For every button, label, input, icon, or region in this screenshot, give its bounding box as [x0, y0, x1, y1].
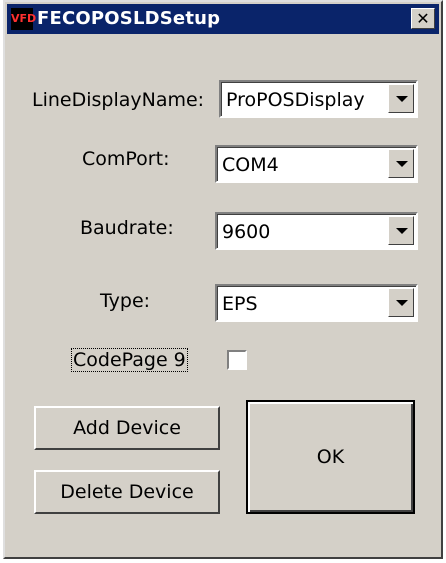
vfd-display-icon: VFD: [11, 8, 36, 30]
baudrate-select[interactable]: 9600: [215, 212, 418, 250]
ok-button[interactable]: OK: [246, 400, 415, 514]
com-port-label: ComPort:: [82, 148, 170, 170]
com-port-value: COM4: [222, 154, 279, 176]
line-display-name-select[interactable]: ProPOSDisplay: [219, 80, 418, 118]
line-display-name-label: LineDisplayName:: [32, 89, 205, 111]
line-display-name-value: ProPOSDisplay: [226, 89, 365, 111]
chevron-down-icon[interactable]: [388, 288, 414, 317]
com-port-select[interactable]: COM4: [215, 145, 418, 183]
type-label: Type:: [100, 290, 151, 312]
add-device-label: Add Device: [73, 417, 181, 439]
add-device-button[interactable]: Add Device: [34, 406, 220, 450]
window-title: FECOPOSLDSetup: [37, 8, 221, 29]
type-value: EPS: [222, 293, 258, 315]
dialog-window: VFD FECOPOSLDSetup ✕ LineDisplayName: Pr…: [3, 0, 443, 559]
chevron-down-icon[interactable]: [388, 216, 414, 245]
codepage-checkbox[interactable]: [227, 350, 247, 370]
codepage-label[interactable]: CodePage 9: [71, 348, 188, 372]
chevron-down-icon[interactable]: [388, 84, 414, 113]
close-icon: ✕: [416, 9, 430, 28]
title-bar[interactable]: VFD FECOPOSLDSetup ✕: [7, 4, 439, 34]
delete-device-label: Delete Device: [60, 481, 194, 503]
delete-device-button[interactable]: Delete Device: [34, 470, 220, 514]
ok-label: OK: [316, 446, 345, 468]
type-select[interactable]: EPS: [215, 284, 418, 322]
close-button[interactable]: ✕: [411, 8, 435, 29]
baudrate-label: Baudrate:: [80, 217, 174, 239]
baudrate-value: 9600: [222, 221, 271, 243]
chevron-down-icon[interactable]: [388, 149, 414, 178]
